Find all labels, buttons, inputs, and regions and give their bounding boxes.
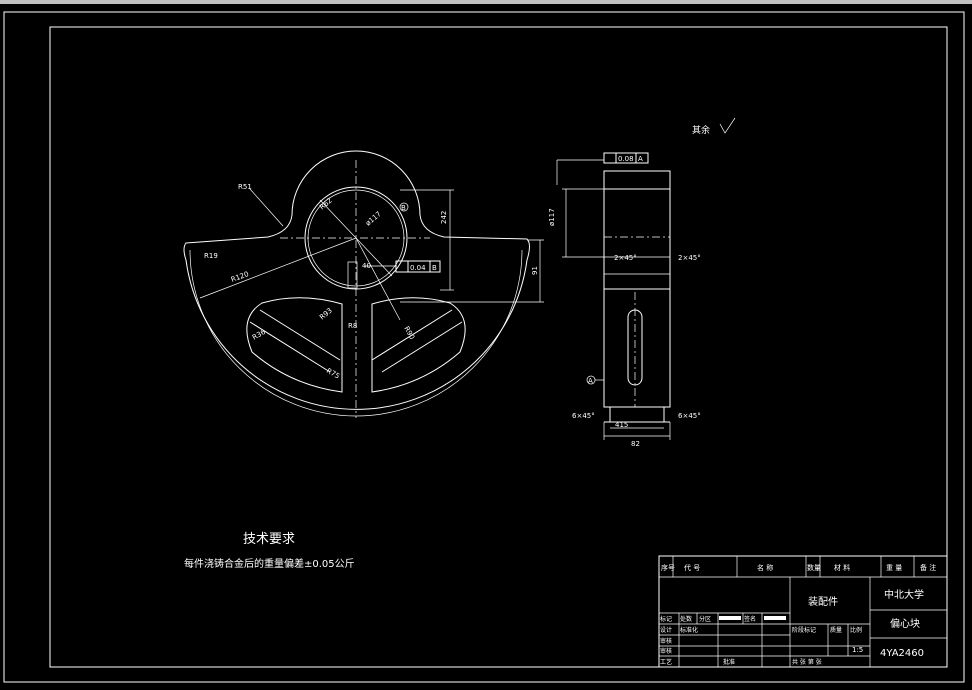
tb-date-block [764, 616, 786, 620]
tb-ratio: 比例 [850, 626, 862, 634]
side-chamfer6-right: 6×45° [678, 412, 701, 420]
front-view [183, 150, 544, 418]
pocket-right-slot-1 [381, 321, 463, 373]
surface-finish-symbol [719, 117, 736, 134]
tb-hdr-qty: 数量 [807, 563, 821, 572]
tb-scale: 1:5 [852, 646, 863, 654]
tb-process: 工艺 [660, 658, 672, 666]
dim-r8: R8 [348, 322, 357, 330]
surface-finish-note: 其余 [692, 124, 710, 136]
side-dim-d117: ø117 [548, 208, 556, 226]
tb-file-no-block [719, 616, 741, 620]
r90-leader [355, 237, 401, 321]
tb-hdr-weight: 重 量 [886, 564, 902, 572]
tb-count: 处数 [680, 615, 692, 623]
tb-stage: 阶段标记 [792, 626, 816, 634]
tb-sign: 签名 [744, 615, 756, 623]
tb-design: 设计 [660, 626, 672, 634]
tb-mark: 标记 [660, 615, 672, 623]
tb-audit2: 审核 [660, 647, 672, 655]
side-top-hatch [603, 170, 671, 190]
front-datum-letter: B [432, 264, 437, 272]
outer-sheet-border [3, 11, 965, 683]
dim-91: 91 [531, 266, 539, 275]
side-body-hatch [603, 288, 671, 408]
tb-part-name: 偏心块 [890, 617, 920, 630]
side-chamfer6-left: 6×45° [572, 412, 595, 420]
side-chamfer-left: 2×45° [614, 254, 637, 262]
tb-hdr-seq: 序号 [661, 563, 675, 572]
tb-hdr-note: 备 注 [920, 563, 936, 572]
dim-242: 242 [440, 211, 448, 224]
tb-hdr-name: 名 称 [757, 563, 773, 572]
front-datum-b-label: B [401, 204, 406, 212]
dim-r36: R36 [251, 328, 267, 342]
dim-r-top: R51 [238, 183, 252, 191]
dim-r90: R90 [402, 325, 416, 341]
side-tolerance-value: 0.08 [618, 155, 634, 163]
side-dim-415: 415 [615, 421, 628, 429]
dim-h40: 40 [362, 262, 371, 270]
notes-line-1: 每件浇铸合金后的重量偏差±0.05公斤 [184, 557, 355, 570]
r120-leader [199, 237, 357, 299]
tb-assembly: 装配件 [808, 595, 838, 608]
front-tolerance-value: 0.04 [410, 264, 426, 272]
tb-approve: 批准 [723, 658, 735, 666]
tb-hdr-material: 材 料 [834, 563, 850, 572]
dim-r19: R19 [204, 252, 218, 260]
dim-r75: R75 [325, 367, 341, 381]
tb-check: 审核 [660, 637, 672, 645]
side-dim-82: 82 [631, 440, 640, 448]
tb-drawing-no: 4YA2460 [880, 648, 924, 659]
tb-zone: 分区 [699, 615, 711, 623]
tb-hdr-code: 代 号 [684, 563, 700, 572]
side-chamfer-right: 2×45° [678, 254, 701, 262]
side-datum-letter: A [638, 155, 643, 163]
side-view [556, 152, 671, 440]
tb-school: 中北大学 [884, 588, 924, 601]
dim-r93: R93 [318, 307, 334, 322]
notes-title: 技术要求 [243, 532, 295, 547]
tb-standard: 标准化 [680, 626, 698, 634]
window-top-strip [0, 0, 972, 4]
dim-r62: R62 [318, 197, 334, 212]
tb-sheets: 共 张 第 张 [792, 658, 822, 666]
pocket-right [371, 297, 466, 393]
r51-leader [249, 188, 284, 227]
tb-weight: 质量 [830, 626, 842, 634]
dim-r120: R120 [230, 270, 250, 284]
cad-drawing-canvas: R51 R19 R120 R62 ø117 R90 R93 R36 R75 R8… [0, 0, 972, 683]
dim-d117: ø117 [364, 210, 383, 227]
side-datum-a-label: A [588, 377, 593, 385]
